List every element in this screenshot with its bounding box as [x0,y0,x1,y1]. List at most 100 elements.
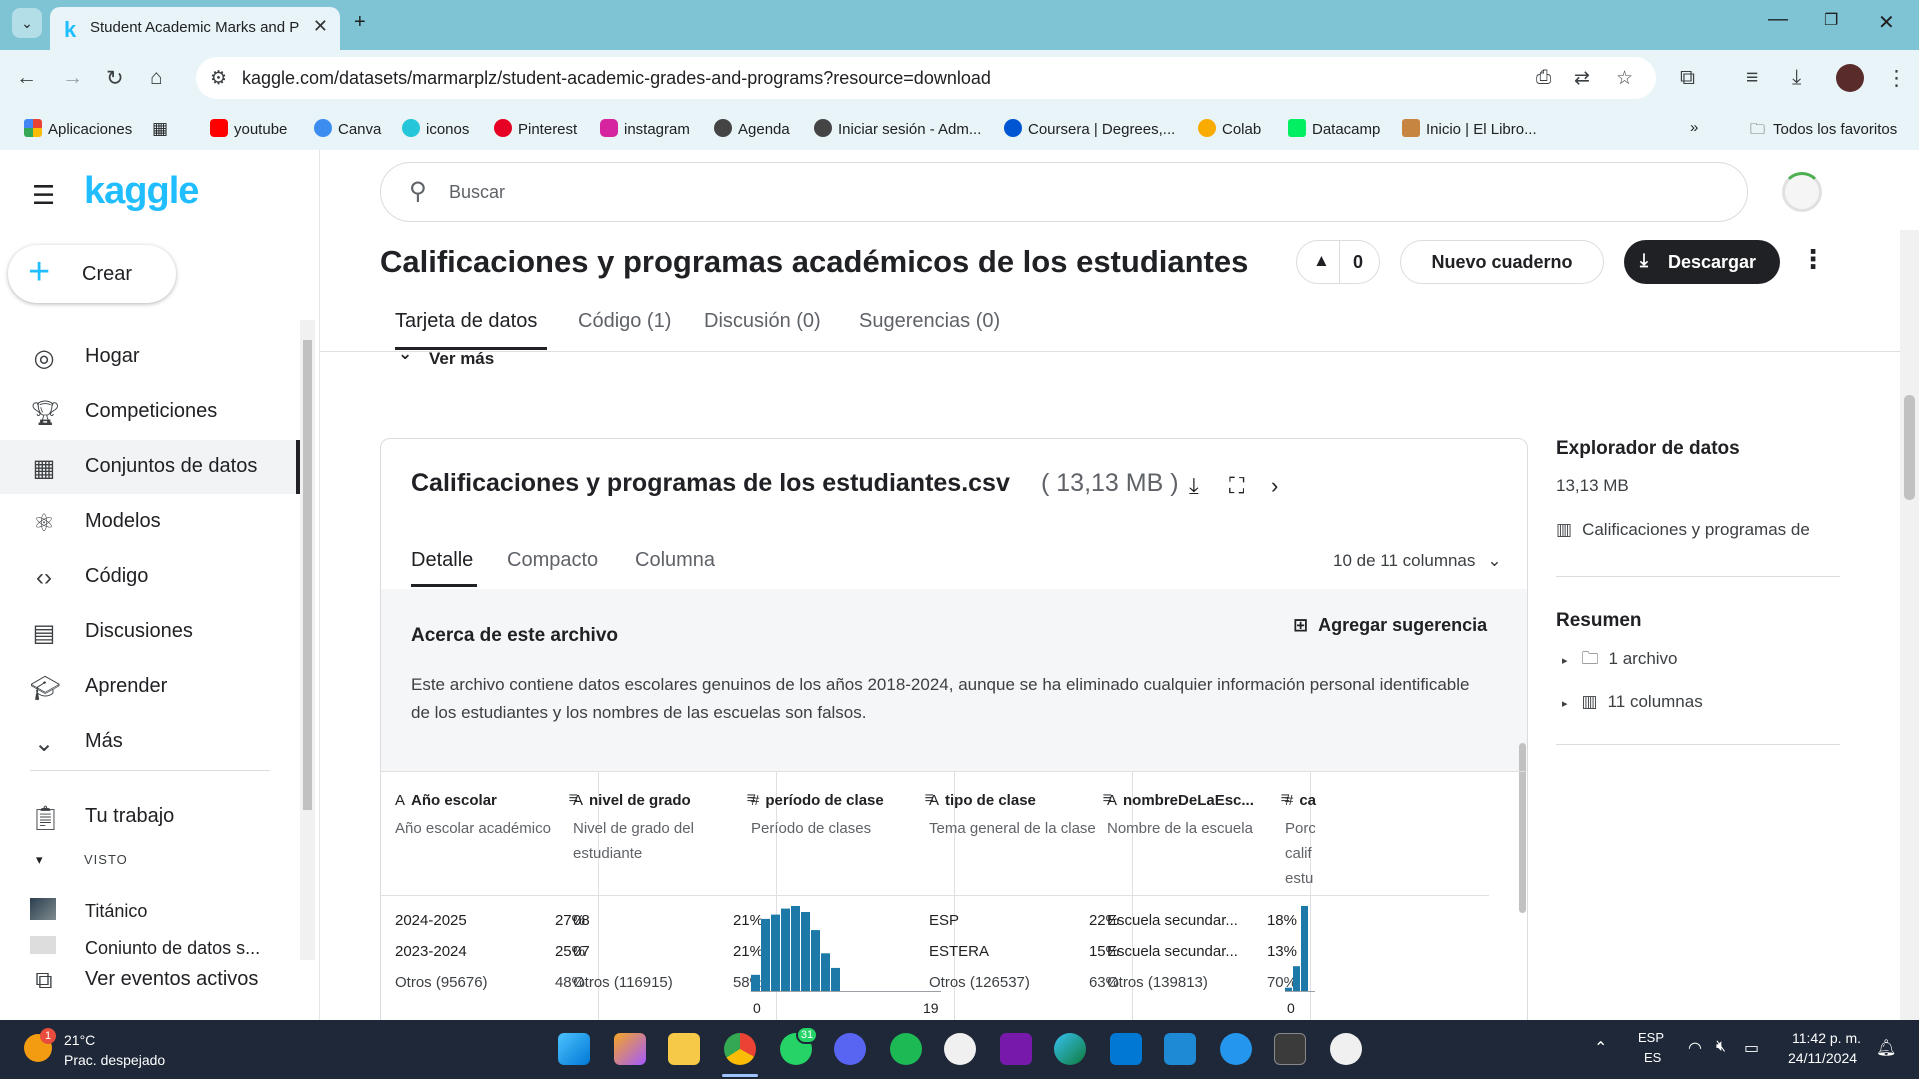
install-app-icon[interactable]: ⎙ [1536,67,1551,89]
tray-chevron-icon[interactable]: ⌃ [1594,1038,1607,1058]
histogram-bar[interactable] [751,974,760,992]
sidebar-scrollbar[interactable] [300,320,315,960]
vscode-icon[interactable] [1164,1033,1196,1065]
column-header[interactable]: AnombreDeLaEsc... [1107,792,1277,809]
onenote-icon[interactable] [1000,1033,1032,1065]
tab-compact[interactable]: Compacto [507,549,598,572]
windows-start-icon[interactable] [558,1033,590,1065]
bookmark-coursera[interactable]: Coursera | Degrees,... [1004,119,1175,138]
bookmark-pinterest[interactable]: Pinterest [494,119,577,138]
create-button[interactable]: + Crear [8,245,176,303]
summary-item[interactable]: ▸ ▥ 11 columnas [1562,692,1703,712]
summary-item[interactable]: ▸ 🗀 1 archivo [1562,646,1678,675]
more-options-icon[interactable]: ⋮ [1800,244,1826,275]
page-scroll-thumb[interactable] [1904,395,1915,500]
bookmark-instagram[interactable]: instagram [600,119,690,138]
tab-column[interactable]: Columna [635,549,715,572]
more-bookmarks-icon[interactable]: » [1690,119,1698,136]
viewed-item[interactable]: Titánico [0,883,300,937]
nav-active-events[interactable]: ⧉ Ver eventos activos [0,953,300,1007]
restore-button[interactable]: ❐ [1824,10,1838,30]
nav-learn[interactable]: 🎓︎ Aprender [0,660,300,714]
hamburger-menu-icon[interactable]: ☰ [32,180,55,211]
see-more-link[interactable]: ⌄ Ver más [395,352,535,366]
nav-datasets[interactable]: ▦ Conjuntos de datos [0,440,300,494]
terminal-icon[interactable] [1274,1033,1306,1065]
tab-suggestions[interactable]: Sugerencias (0) [859,310,1000,333]
chevron-right-icon[interactable]: › [1271,473,1278,499]
edge-icon[interactable] [1054,1033,1086,1065]
chrome-icon[interactable] [724,1033,756,1065]
nav-competitions[interactable]: 🏆︎ Competiciones [0,385,300,439]
nav-more[interactable]: ⌄ Más [0,715,300,769]
search-input[interactable]: ⚲ Buscar [380,162,1748,222]
app-icon[interactable] [944,1033,976,1065]
battery-icon[interactable]: ▭ [1744,1038,1759,1058]
column-header[interactable]: A Año escolar [395,792,565,809]
histogram-bar[interactable] [811,930,820,992]
add-suggestion-button[interactable]: ⊞ Agregar sugerencia [1293,615,1487,636]
tab-search-button[interactable]: ⌄ [12,8,42,38]
sidebar-scroll-thumb[interactable] [303,340,312,810]
user-avatar[interactable] [1782,172,1822,212]
histogram-bar[interactable] [771,914,780,992]
bookmark-apps[interactable]: Aplicaciones [24,119,132,138]
menu-icon[interactable]: ⋮ [1886,66,1907,91]
translate-icon[interactable]: ⇄ [1574,67,1590,90]
column-header[interactable]: Atipo de clase [929,792,1099,809]
tab-discussion[interactable]: Discusión (0) [704,310,821,333]
site-info-icon[interactable]: ⚙ [210,67,227,90]
fullscreen-icon[interactable]: ⛶ [1229,473,1244,499]
bookmark-libro[interactable]: Inicio | El Libro... [1402,119,1537,138]
histogram-bar[interactable] [821,953,830,992]
histogram-bar[interactable] [801,912,810,992]
histogram-bar[interactable] [791,906,800,992]
home-icon[interactable]: ⌂ [150,66,163,90]
nav-home[interactable]: ◎ Hogar [0,330,300,384]
bookmark-canva[interactable]: Canva [314,119,381,138]
kaggle-logo[interactable]: kaggle [84,170,199,213]
histogram-bar[interactable] [1293,966,1300,992]
media-control-icon[interactable]: ≡ [1746,66,1758,90]
reload-icon[interactable]: ↻ [106,66,124,91]
histogram-bar[interactable] [781,908,790,992]
all-bookmarks[interactable]: 🗀 Todos los favoritos [1750,119,1897,144]
bookmark-iconos[interactable]: iconos [402,119,469,138]
app-icon[interactable] [1330,1033,1362,1065]
extensions-icon[interactable]: ⧉ [1680,66,1695,90]
notifications-bell-icon[interactable]: 🔔︎ [1876,1038,1896,1058]
close-window-button[interactable]: ✕ [1878,10,1895,35]
column-header[interactable]: # ca [1285,792,1345,809]
download-button[interactable]: ⤓ Descargar [1624,240,1780,284]
browser-tab[interactable]: k Student Academic Marks and P ✕ [50,7,340,50]
language-bottom[interactable]: ES [1644,1050,1661,1065]
column-header[interactable]: # período de clase [751,792,921,809]
nav-your-work[interactable]: 📋︎ Tu trabajo [0,790,300,844]
bookmark-agenda[interactable]: Agenda [714,119,790,138]
spotify-icon[interactable] [890,1033,922,1065]
forward-icon[interactable]: → [62,66,83,90]
copilot-icon[interactable] [614,1033,646,1065]
volume-muted-icon[interactable]: 🔇︎ [1716,1038,1726,1056]
viewed-item[interactable]: Conjunto de datos s... [0,932,300,954]
downloads-icon[interactable]: ⤓ [1792,66,1801,90]
back-icon[interactable]: ← [16,66,37,90]
minimize-button[interactable]: — [1768,8,1788,31]
close-tab-icon[interactable]: ✕ [313,16,328,37]
bookmark-login[interactable]: Iniciar sesión - Adm... [814,119,981,138]
docker-icon[interactable] [1220,1033,1252,1065]
columns-selector[interactable]: 10 de 11 columnas ⌄ [1333,551,1502,571]
grid-icon[interactable]: ▦ [152,119,168,139]
tab-detail[interactable]: Detalle [411,549,473,572]
page-scrollbar[interactable] [1900,230,1919,1020]
explorer-file-item[interactable]: ▥ Calificaciones y programas de [1556,520,1836,540]
column-header[interactable]: Anivel de grado [573,792,743,809]
upvote-arrow-icon[interactable]: ▲ [1313,251,1330,271]
bookmark-colab[interactable]: Colab [1198,119,1261,138]
download-file-icon[interactable]: ⤓ [1189,473,1199,499]
address-bar[interactable]: ⚙ kaggle.com/datasets/marmarplz/student-… [196,57,1656,99]
tab-data-card[interactable]: Tarjeta de datos [395,310,537,333]
clock-date[interactable]: 24/11/2024 [1788,1050,1857,1066]
tab-code[interactable]: Código (1) [578,310,671,333]
viewed-toggle-icon[interactable]: ▾ [36,852,43,868]
